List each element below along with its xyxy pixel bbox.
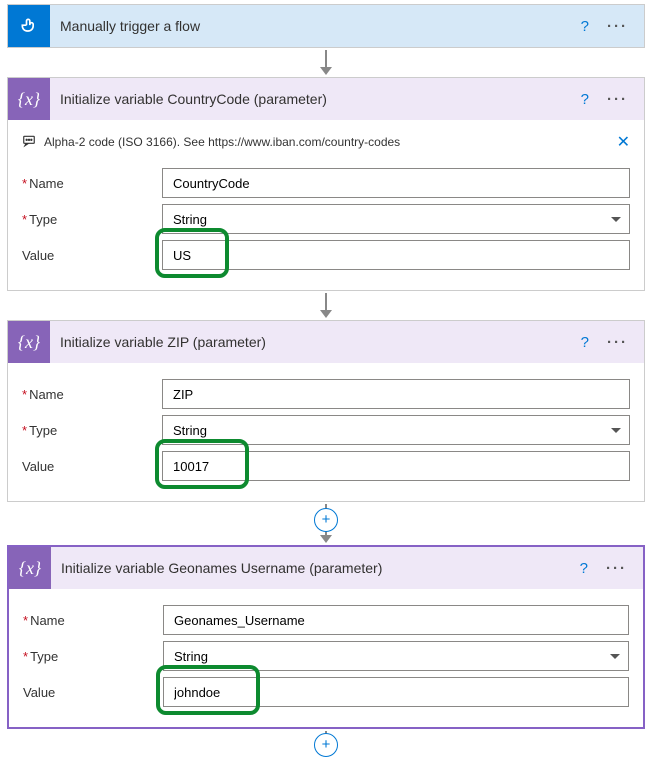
menu-icon[interactable]: ··· [603,332,632,353]
init-var-countrycode-card: {x} Initialize variable CountryCode (par… [7,77,645,291]
type-label: Type [23,649,163,664]
connector-with-add: + [4,504,648,543]
trigger-card: Manually trigger a flow ? ··· [7,4,645,48]
value-label: Value [22,459,162,474]
init-var-geonames-card: {x} Initialize variable Geonames Usernam… [7,545,645,729]
help-icon[interactable]: ? [577,332,593,353]
var3-value-input[interactable] [163,677,629,707]
connector-with-add: + [4,731,648,753]
close-icon[interactable]: ✕ [617,132,630,152]
var3-body: Name Type Value [9,589,643,727]
init-var-zip-card: {x} Initialize variable ZIP (parameter) … [7,320,645,502]
menu-icon[interactable]: ··· [602,558,631,579]
var1-body: Alpha-2 code (ISO 3166). See https://www… [8,120,644,290]
var1-title: Initialize variable CountryCode (paramet… [60,91,567,107]
name-label: Name [22,176,162,191]
var1-header[interactable]: {x} Initialize variable CountryCode (par… [8,78,644,120]
var2-body: Name Type Value [8,363,644,501]
help-icon[interactable]: ? [576,558,592,579]
var1-value-input[interactable] [162,240,630,270]
name-label: Name [23,613,163,628]
variable-icon: {x} [9,547,51,589]
var2-value-input[interactable] [162,451,630,481]
connector-arrow [4,293,648,318]
var2-name-input[interactable] [162,379,630,409]
connector-arrow [4,50,648,75]
help-icon[interactable]: ? [577,16,593,37]
var2-header[interactable]: {x} Initialize variable ZIP (parameter) … [8,321,644,363]
add-step-button[interactable]: + [314,733,338,757]
menu-icon[interactable]: ··· [603,16,632,37]
var2-type-select[interactable] [162,415,630,445]
var3-header[interactable]: {x} Initialize variable Geonames Usernam… [9,547,643,589]
trigger-header[interactable]: Manually trigger a flow ? ··· [8,5,644,47]
var1-note-text: Alpha-2 code (ISO 3166). See https://www… [44,135,400,149]
variable-icon: {x} [8,78,50,120]
trigger-title: Manually trigger a flow [60,18,567,34]
var1-name-input[interactable] [162,168,630,198]
menu-icon[interactable]: ··· [603,89,632,110]
var3-title: Initialize variable Geonames Username (p… [61,560,566,576]
comment-icon [22,134,36,151]
value-label: Value [23,685,163,700]
add-step-button[interactable]: + [314,508,338,532]
var3-name-input[interactable] [163,605,629,635]
variable-icon: {x} [8,321,50,363]
help-icon[interactable]: ? [577,89,593,110]
var2-title: Initialize variable ZIP (parameter) [60,334,567,350]
var1-note-row: Alpha-2 code (ISO 3166). See https://www… [22,130,630,162]
name-label: Name [22,387,162,402]
type-label: Type [22,212,162,227]
type-label: Type [22,423,162,438]
value-label: Value [22,248,162,263]
touch-icon [8,5,50,47]
var1-type-select[interactable] [162,204,630,234]
var3-type-select[interactable] [163,641,629,671]
